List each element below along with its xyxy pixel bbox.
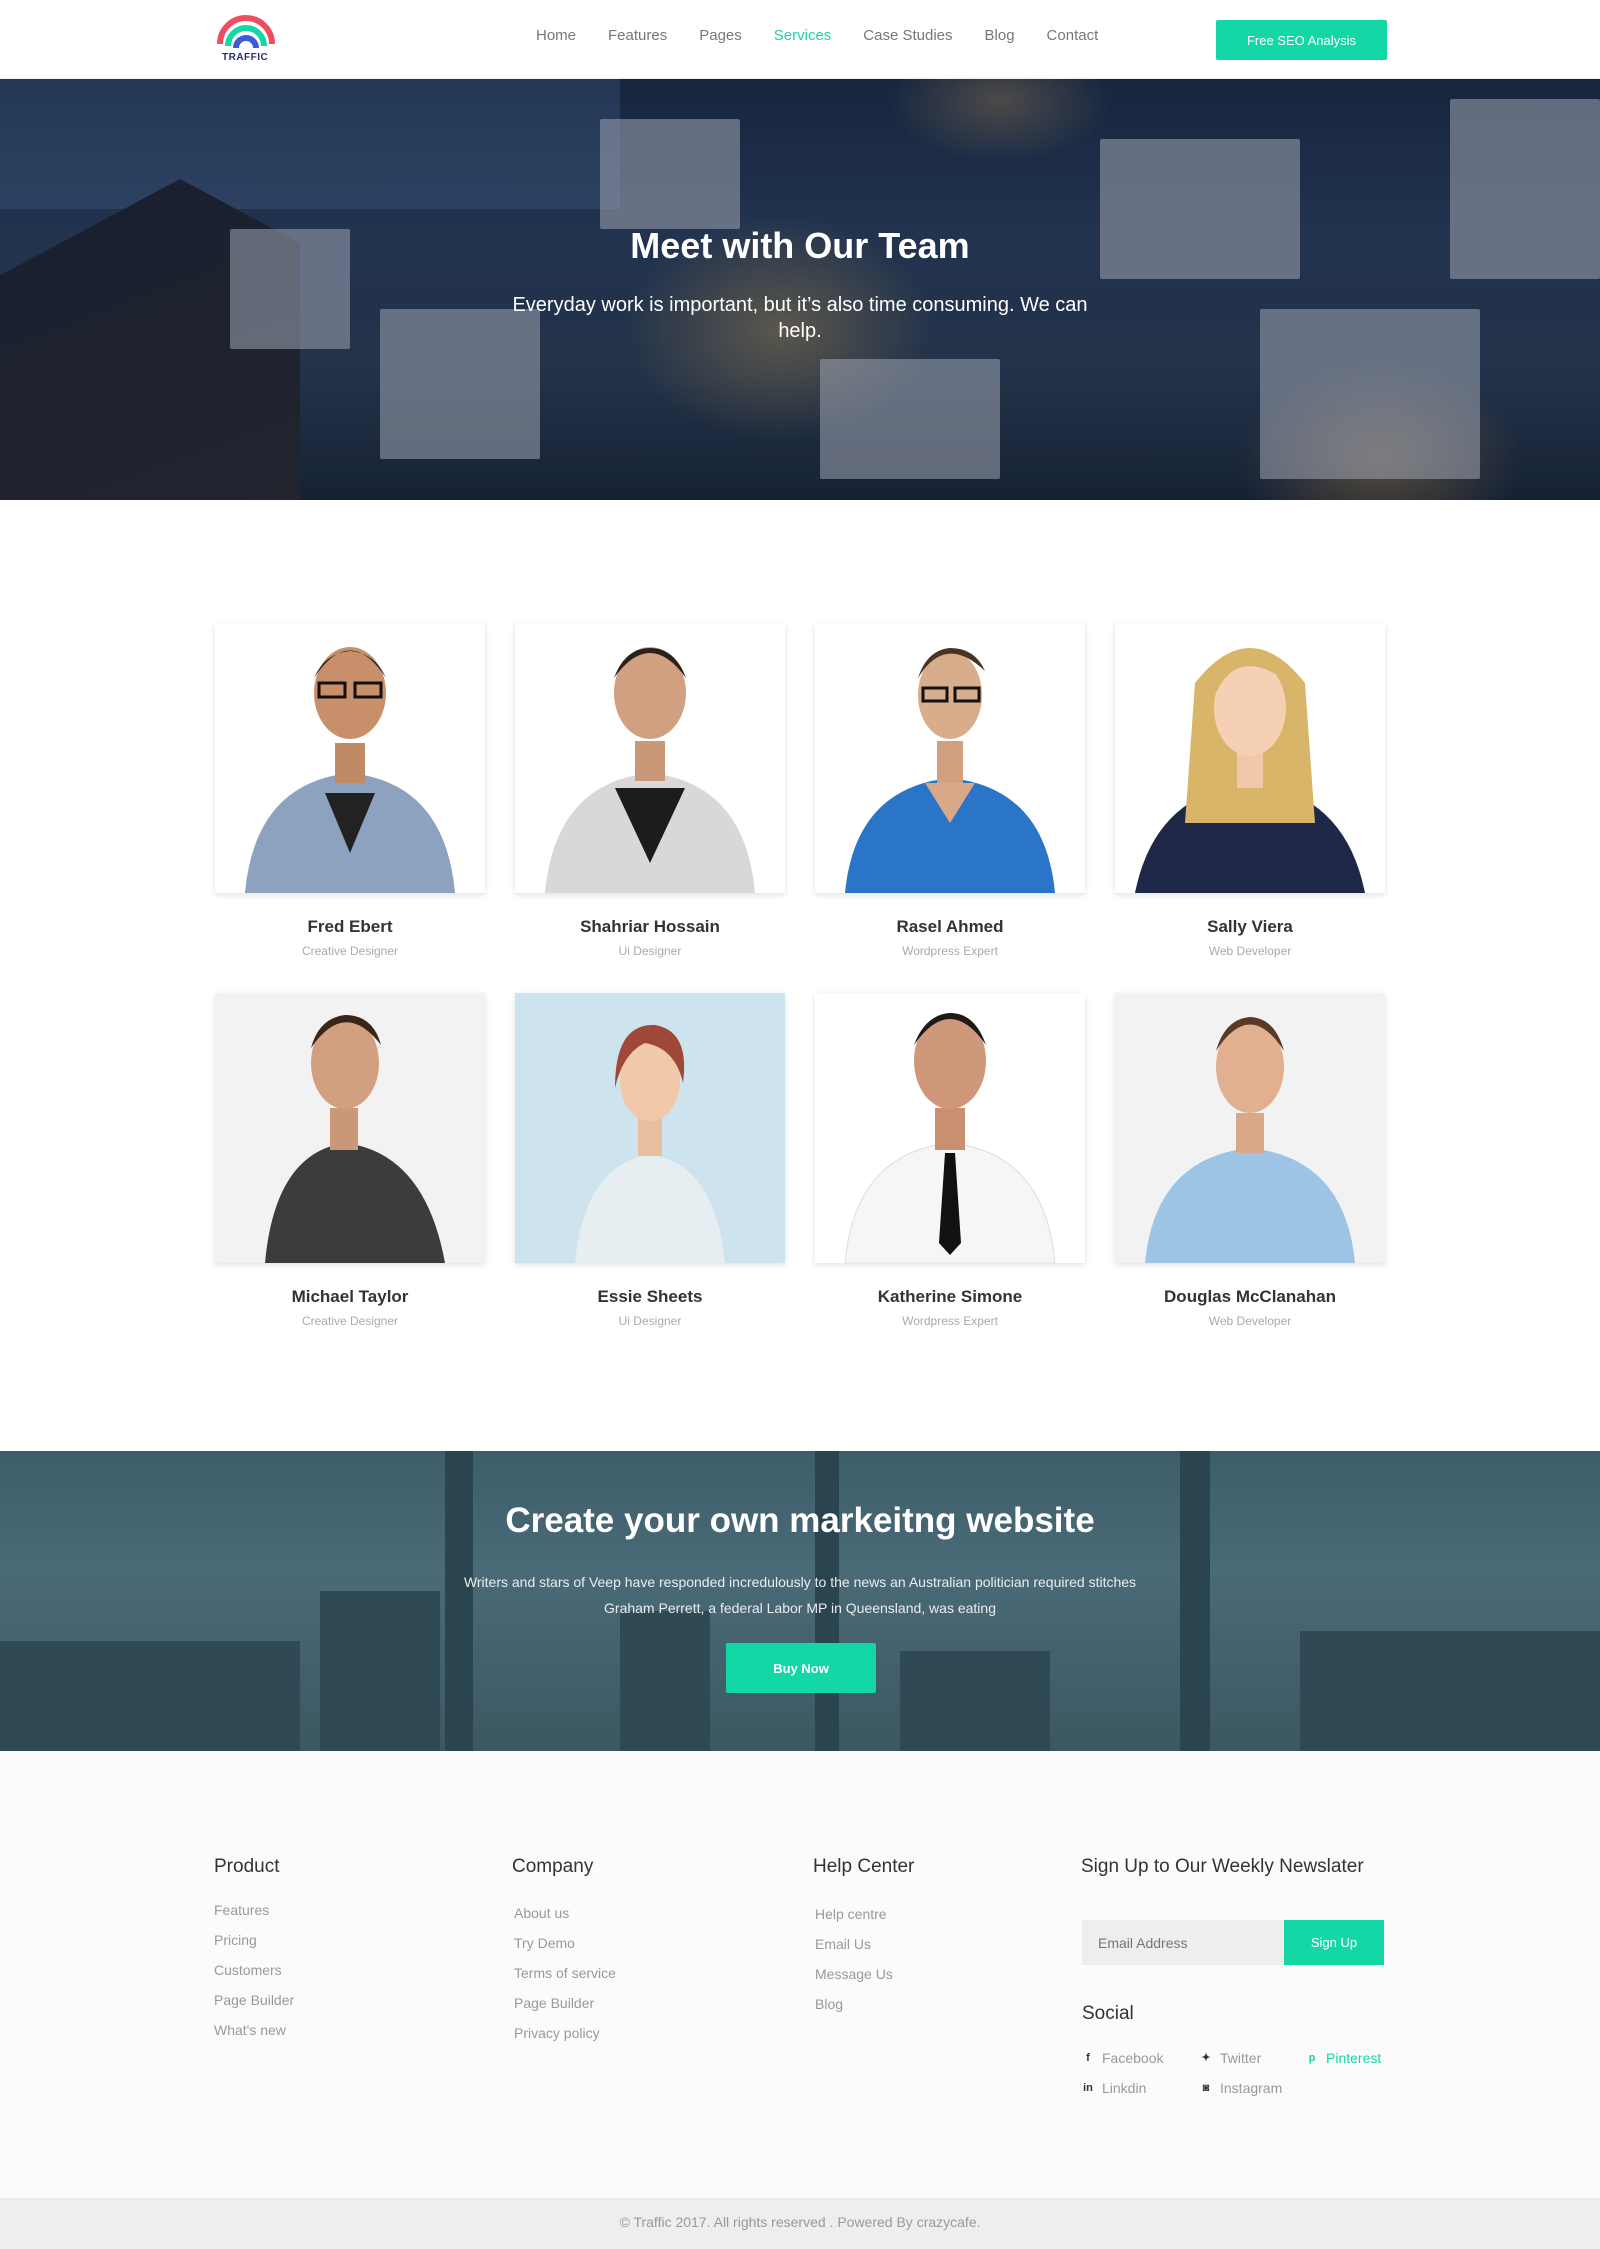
- social-pinterest[interactable]: p Pinterest: [1306, 2050, 1382, 2066]
- social-twitter[interactable]: ✦ Twitter: [1200, 2050, 1261, 2066]
- hero-overlay: [0, 79, 1600, 500]
- team-photo[interactable]: [1115, 623, 1385, 893]
- social-title: Social: [1082, 2003, 1134, 2024]
- nav-blog[interactable]: Blog: [969, 27, 1031, 44]
- sign-up-button[interactable]: Sign Up: [1284, 1920, 1384, 1965]
- logo-text: TRAFFIC: [222, 52, 269, 63]
- footer-link-page-builder[interactable]: Page Builder: [214, 1992, 294, 2008]
- twitter-icon: ✦: [1201, 2052, 1211, 2064]
- banner-text-line2: Graham Perrett, a federal Labor MP in Qu…: [604, 1600, 996, 1616]
- social-label: Pinterest: [1326, 2050, 1382, 2066]
- footer-link-page-builder-2[interactable]: Page Builder: [514, 1995, 594, 2011]
- person-image: [545, 647, 755, 893]
- pinterest-icon: p: [1308, 2052, 1316, 2064]
- person-image: [845, 648, 1055, 893]
- person-image: [844, 1013, 1056, 1263]
- nav-pages[interactable]: Pages: [683, 27, 758, 44]
- member-name: Katherine Simone: [877, 1287, 1023, 1306]
- linkedin-icon: in: [1083, 2082, 1093, 2094]
- member-name: Michael Taylor: [291, 1287, 409, 1306]
- social-instagram[interactable]: ◙ Instagram: [1200, 2080, 1283, 2096]
- footer-link-message-us[interactable]: Message Us: [815, 1966, 893, 1982]
- main-nav: Home Features Pages Services Case Studie…: [520, 27, 1114, 44]
- hero-section: Meet with Our Team Everyday work is impo…: [0, 79, 1600, 500]
- footer-link-privacy[interactable]: Privacy policy: [514, 2025, 600, 2041]
- nav-contact[interactable]: Contact: [1031, 27, 1115, 44]
- footer-link-pricing[interactable]: Pricing: [214, 1932, 257, 1948]
- footer-link-whats-new[interactable]: What's new: [214, 2022, 286, 2038]
- header: TRAFFIC Home Features Pages Services Cas…: [0, 0, 1600, 79]
- instagram-icon: ◙: [1202, 2082, 1210, 2094]
- city-skyline: [1300, 1631, 1600, 1751]
- member-role: Web Developer: [1208, 944, 1292, 958]
- person-image: [265, 1015, 445, 1263]
- person-image: [1145, 1017, 1355, 1263]
- team-photo[interactable]: [215, 993, 485, 1263]
- member-role: Ui Designer: [618, 1314, 682, 1328]
- footer-company-title: Company: [512, 1856, 594, 1877]
- footer-link-help-centre[interactable]: Help centre: [815, 1906, 887, 1922]
- footer-link-features[interactable]: Features: [214, 1902, 269, 1918]
- team-photo[interactable]: [815, 623, 1085, 893]
- newsletter-title: Sign Up to Our Weekly Newslater: [1081, 1856, 1364, 1877]
- nav-case-studies[interactable]: Case Studies: [847, 27, 968, 44]
- nav-features[interactable]: Features: [592, 27, 683, 44]
- member-role: Wordpress Expert: [902, 944, 998, 958]
- member-name: Shahriar Hossain: [580, 917, 720, 936]
- footer-link-terms[interactable]: Terms of service: [514, 1965, 616, 1981]
- email-field[interactable]: [1082, 1920, 1284, 1965]
- banner-text: Writers and stars of Veep have responded…: [400, 1569, 1200, 1621]
- social-label: Facebook: [1102, 2050, 1164, 2066]
- footer-link-about[interactable]: About us: [514, 1905, 569, 1921]
- nav-services[interactable]: Services: [758, 27, 848, 44]
- person-image: [575, 1024, 725, 1263]
- social-facebook[interactable]: f Facebook: [1082, 2050, 1163, 2066]
- footer-link-blog[interactable]: Blog: [815, 1996, 843, 2012]
- member-name: Douglas McClanahan: [1164, 1287, 1336, 1306]
- copyright: © Traffic 2017. All rights reserved . Po…: [0, 2198, 1600, 2249]
- city-skyline: [0, 1641, 300, 1751]
- nav-home[interactable]: Home: [520, 27, 592, 44]
- banner-text-line1: Writers and stars of Veep have responded…: [463, 1574, 1137, 1590]
- team-photo[interactable]: [515, 993, 785, 1263]
- team-photo[interactable]: [515, 623, 785, 893]
- social-linkedin[interactable]: in Linkdin: [1082, 2080, 1146, 2096]
- footer-product-title: Product: [214, 1856, 280, 1877]
- footer-link-customers[interactable]: Customers: [214, 1962, 282, 1978]
- banner-title: Create your own markeitng website: [505, 1501, 1095, 1540]
- member-name: Fred Ebert: [307, 917, 393, 936]
- free-seo-analysis-button[interactable]: Free SEO Analysis: [1216, 20, 1387, 60]
- person-image: [1135, 648, 1365, 893]
- person-image: [245, 647, 455, 893]
- member-role: Web Developer: [1208, 1314, 1292, 1328]
- member-name: Rasel Ahmed: [896, 917, 1004, 936]
- social-label: Instagram: [1220, 2080, 1283, 2096]
- team-photo[interactable]: [215, 623, 485, 893]
- hero-subtitle: Everyday work is important, but it’s als…: [512, 294, 1088, 342]
- member-name: Sally Viera: [1207, 917, 1293, 936]
- member-name: Essie Sheets: [597, 1287, 703, 1306]
- team-photo[interactable]: [815, 993, 1085, 1263]
- team-photo[interactable]: [1115, 993, 1385, 1263]
- footer-link-email-us[interactable]: Email Us: [815, 1936, 871, 1952]
- social-label: Linkdin: [1102, 2080, 1147, 2096]
- footer-help-title: Help Center: [813, 1856, 915, 1877]
- facebook-icon: f: [1086, 2052, 1090, 2064]
- city-skyline: [620, 1611, 710, 1751]
- city-skyline: [900, 1651, 1050, 1751]
- cta-banner: Create your own markeitng website Writer…: [0, 1451, 1600, 1751]
- member-role: Creative Designer: [301, 1314, 399, 1328]
- member-role: Wordpress Expert: [902, 1314, 998, 1328]
- social-label: Twitter: [1220, 2050, 1262, 2066]
- hero-title: Meet with Our Team: [630, 225, 970, 266]
- footer-link-try-demo[interactable]: Try Demo: [514, 1935, 575, 1951]
- member-role: Ui Designer: [618, 944, 682, 958]
- member-role: Creative Designer: [301, 944, 399, 958]
- buy-now-button[interactable]: Buy Now: [726, 1643, 876, 1693]
